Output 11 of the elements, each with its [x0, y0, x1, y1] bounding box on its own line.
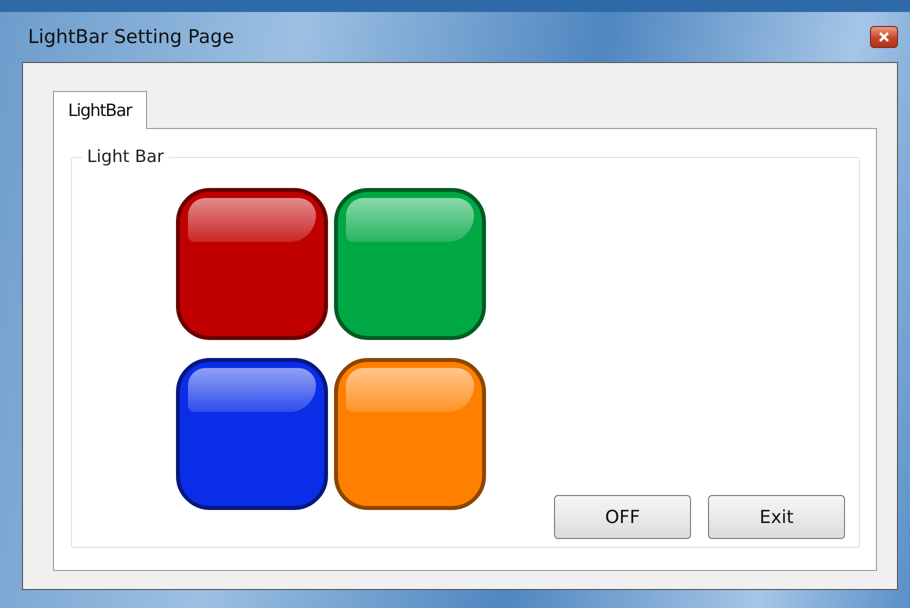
light-button[interactable] — [334, 188, 486, 340]
action-button[interactable]: Exit — [708, 495, 845, 539]
action-button[interactable]: OFF — [554, 495, 691, 539]
light-button[interactable] — [176, 358, 328, 510]
window-title: LightBar Setting Page — [28, 26, 234, 48]
close-icon — [878, 32, 890, 42]
group-label: Light Bar — [82, 147, 169, 167]
tab[interactable]: LightBar — [53, 91, 146, 129]
close-button[interactable] — [870, 26, 898, 48]
light-button[interactable] — [334, 358, 486, 510]
light-button[interactable] — [176, 188, 328, 340]
